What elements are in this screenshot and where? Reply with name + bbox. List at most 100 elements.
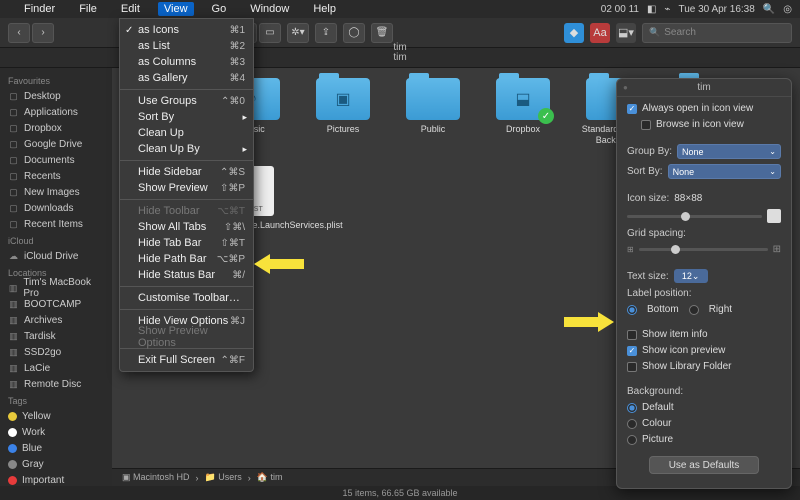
bg-default-radio[interactable] <box>627 403 637 413</box>
group-by-select[interactable]: None <box>677 144 781 159</box>
sidebar-item[interactable]: ☁iCloud Drive <box>0 248 112 264</box>
sidebar-item[interactable]: ▢Recent Items <box>0 216 112 232</box>
sidebar-item[interactable]: ▢Recents <box>0 168 112 184</box>
bg-colour-label: Colour <box>642 418 671 429</box>
sidebar-item[interactable]: ▢Desktop <box>0 88 112 104</box>
view-menu-exit-full-screen[interactable]: Exit Full Screen⌃⌘F <box>120 352 253 368</box>
always-open-checkbox[interactable]: ✓ <box>627 104 637 114</box>
file-item[interactable]: Public <box>396 78 470 146</box>
toolbar-app-icon-1[interactable]: ◆ <box>564 23 584 43</box>
menu-edit[interactable]: Edit <box>115 2 146 16</box>
sidebar-head-icloud: iCloud <box>0 232 112 248</box>
view-options-title: tim <box>617 79 791 97</box>
path-seg-2[interactable]: 📁 Users <box>205 472 242 483</box>
sidebar-item[interactable]: ▥Tardisk <box>0 328 112 344</box>
sidebar-item[interactable]: ▢Documents <box>0 152 112 168</box>
icon-size-slider[interactable] <box>627 215 762 218</box>
battery-icon[interactable]: ◧ <box>647 4 656 15</box>
sidebar-tag[interactable]: Yellow <box>0 408 112 424</box>
annotation-arrow-1 <box>254 254 304 274</box>
view-menu-hide-path-bar[interactable]: Hide Path Bar⌥⌘P <box>120 251 253 267</box>
text-size-select[interactable]: 12 ⌄ <box>674 269 708 283</box>
use-as-defaults-button[interactable]: Use as Defaults <box>649 456 759 474</box>
sort-by-label: Sort By: <box>627 166 663 177</box>
grid-spacing-label: Grid spacing: <box>627 228 686 239</box>
sidebar-tag[interactable]: Gray <box>0 456 112 472</box>
view-menu-hide-tab-bar[interactable]: Hide Tab Bar⇧⌘T <box>120 235 253 251</box>
sidebar-head-tags: Tags <box>0 392 112 408</box>
tag-dot-icon <box>8 444 17 453</box>
view-menu-as-columns[interactable]: as Columns⌘3 <box>120 54 253 70</box>
view-menu-dropdown[interactable]: as Icons⌘1as List⌘2as Columns⌘3as Galler… <box>119 18 254 372</box>
siri-icon[interactable]: ◎ <box>783 4 792 15</box>
tab-current[interactable]: tim <box>393 52 406 63</box>
drive-icon: ▥ <box>8 315 19 326</box>
sidebar-tag[interactable]: Work <box>0 424 112 440</box>
sidebar-item[interactable]: ▥Remote Disc <box>0 376 112 392</box>
show-item-info-checkbox[interactable] <box>627 330 637 340</box>
label-pos-right-radio[interactable] <box>689 305 699 315</box>
grid-spacing-slider[interactable] <box>639 248 768 251</box>
sidebar[interactable]: Favourites ▢Desktop▢Applications▢Dropbox… <box>0 68 112 486</box>
view-menu-hide-toolbar: Hide Toolbar⌥⌘T <box>120 203 253 219</box>
show-icon-preview-checkbox[interactable]: ✓ <box>627 346 637 356</box>
menu-file[interactable]: File <box>73 2 103 16</box>
view-menu-hide-sidebar[interactable]: Hide Sidebar⌃⌘S <box>120 164 253 180</box>
view-menu-show-all-tabs[interactable]: Show All Tabs⇧⌘\ <box>120 219 253 235</box>
browse-checkbox[interactable] <box>641 120 651 130</box>
menu-app[interactable]: Finder <box>18 2 61 16</box>
view-menu-clean-up-by[interactable]: Clean Up By <box>120 141 253 157</box>
sidebar-item[interactable]: ▢Google Drive <box>0 136 112 152</box>
sidebar-item[interactable]: ▢Applications <box>0 104 112 120</box>
arrange-button[interactable]: ✲▾ <box>287 23 309 43</box>
view-menu-show-preview[interactable]: Show Preview⇧⌘P <box>120 180 253 196</box>
dropbox-toolbar-icon[interactable]: ⬓▾ <box>616 23 636 43</box>
tags-button[interactable]: ◯ <box>343 23 365 43</box>
menu-window[interactable]: Window <box>244 2 295 16</box>
view-menu-clean-up[interactable]: Clean Up <box>120 125 253 141</box>
view-gallery-button[interactable]: ▭ <box>259 23 281 43</box>
path-seg-3[interactable]: 🏠 tim <box>257 472 283 483</box>
menu-go[interactable]: Go <box>206 2 233 16</box>
folder-icon: ▣ <box>316 78 370 120</box>
label-pos-bottom-radio[interactable] <box>627 305 637 315</box>
search-input[interactable]: Search <box>642 23 792 43</box>
file-item[interactable]: ▣Pictures <box>306 78 380 146</box>
clock-text[interactable]: Tue 30 Apr 16:38 <box>678 4 754 15</box>
menu-view[interactable]: View <box>158 2 194 16</box>
view-menu-as-list[interactable]: as List⌘2 <box>120 38 253 54</box>
bg-colour-radio[interactable] <box>627 419 637 429</box>
view-options-panel[interactable]: tim ✓Always open in icon view Browse in … <box>616 78 792 489</box>
sidebar-item[interactable]: ▥SSD2go <box>0 344 112 360</box>
view-menu-sort-by[interactable]: Sort By <box>120 109 253 125</box>
view-menu-customise-toolbar-[interactable]: Customise Toolbar… <box>120 290 253 306</box>
view-menu-as-gallery[interactable]: as Gallery⌘4 <box>120 70 253 86</box>
forward-button[interactable]: › <box>32 23 54 43</box>
delete-button[interactable]: 🗑 <box>371 23 393 43</box>
share-button[interactable]: ⇪ <box>315 23 337 43</box>
sidebar-item[interactable]: ▢Downloads <box>0 200 112 216</box>
file-item[interactable]: ⬓✓Dropbox <box>486 78 560 146</box>
sidebar-item[interactable]: ▥Tim's MacBook Pro <box>0 280 112 296</box>
menu-help[interactable]: Help <box>307 2 342 16</box>
folder-icon: ▢ <box>8 91 19 102</box>
sidebar-item[interactable]: ▢New Images <box>0 184 112 200</box>
annotation-arrow-2 <box>564 312 614 332</box>
sidebar-item[interactable]: ▢Dropbox <box>0 120 112 136</box>
sidebar-item[interactable]: ▥LaCie <box>0 360 112 376</box>
view-menu-use-groups[interactable]: Use Groups⌃⌘0 <box>120 93 253 109</box>
drive-icon: ▥ <box>8 347 19 358</box>
sidebar-item[interactable]: ▥Archives <box>0 312 112 328</box>
back-button[interactable]: ‹ <box>8 23 30 43</box>
view-menu-hide-status-bar[interactable]: Hide Status Bar⌘/ <box>120 267 253 283</box>
bg-picture-radio[interactable] <box>627 435 637 445</box>
view-menu-as-icons[interactable]: as Icons⌘1 <box>120 22 253 38</box>
show-library-checkbox[interactable] <box>627 362 637 372</box>
spotlight-icon[interactable]: 🔍 <box>763 4 775 15</box>
toolbar-app-icon-2[interactable]: Aa <box>590 23 610 43</box>
sidebar-tag[interactable]: Blue <box>0 440 112 456</box>
sidebar-tag[interactable]: Important <box>0 472 112 486</box>
sort-by-select[interactable]: None <box>668 164 781 179</box>
path-seg-1[interactable]: ▣ Macintosh HD <box>122 472 190 483</box>
wifi-icon[interactable]: ⌁ <box>664 4 670 15</box>
